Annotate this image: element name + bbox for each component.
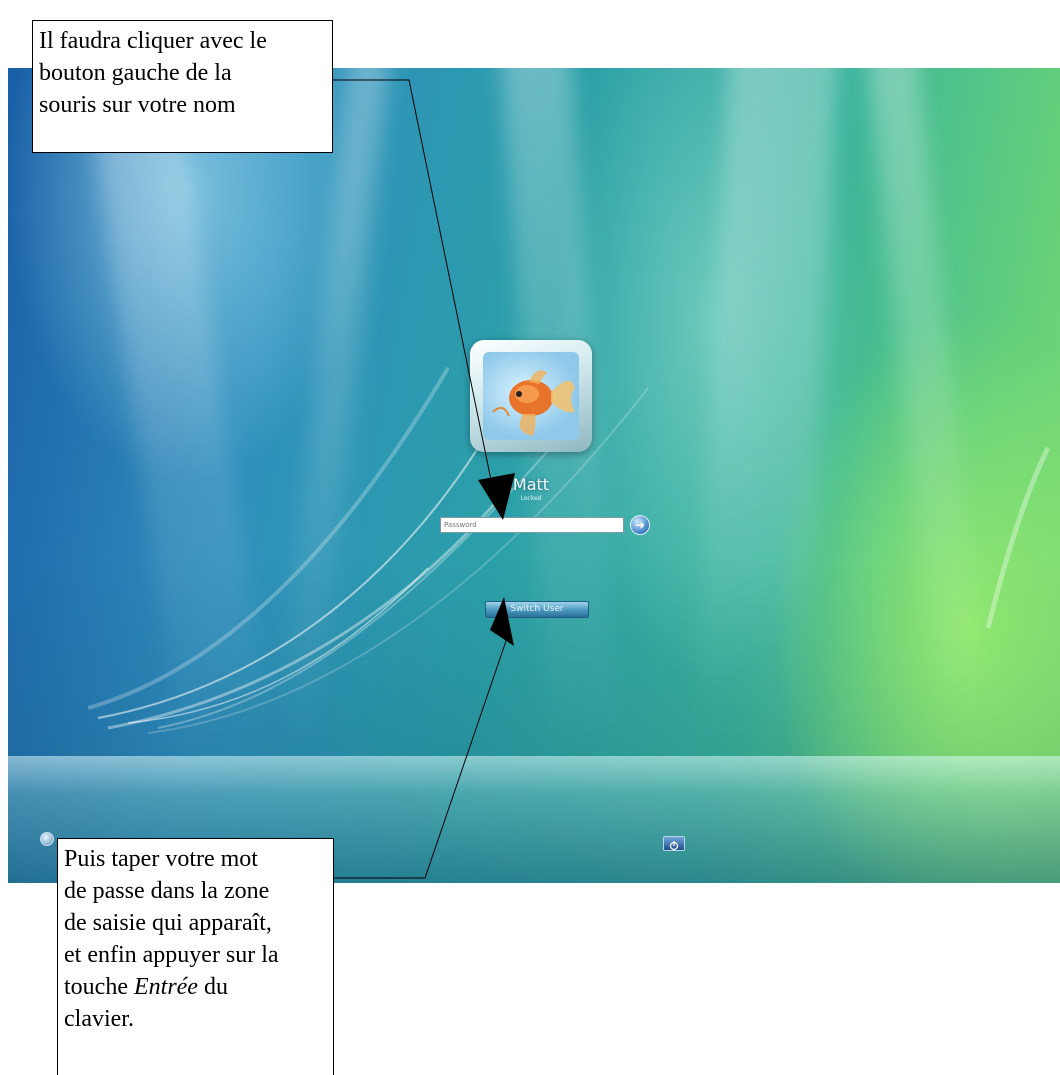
ease-of-access-icon[interactable] [40,832,54,846]
user-name[interactable]: Matt [470,475,592,494]
callout-text-line: souris sur votre nom [39,92,236,118]
user-tile[interactable] [470,340,592,452]
callout-text-line: Puis taper votre mot [64,846,258,872]
power-button[interactable] [663,836,685,851]
enter-key-emphasis: Entrée [133,974,198,1000]
callout-text-line: et enfin appuyer sur la [64,942,279,968]
password-input[interactable] [440,517,624,533]
callout-text-line: de passe dans la zone [64,878,270,904]
callout-text: du [197,974,228,1000]
callout-text-line: touche Entrée du [64,971,329,1003]
goldfish-avatar-icon [492,370,575,436]
callout-text: touche [64,974,134,1000]
instruction-callout-click-name: Il faudra cliquer avec le bouton gauche … [32,20,333,153]
login-screen: Matt Locked ➜ Switch User [8,68,1060,883]
switch-user-button[interactable]: Switch User [485,601,589,618]
power-icon [669,841,679,851]
user-status: Locked [520,495,542,502]
callout-text-line: bouton gauche de la [39,60,232,86]
submit-arrow-button[interactable]: ➜ [630,515,650,535]
instruction-callout-password: Puis taper votre mot de passe dans la zo… [57,838,334,1075]
callout-text-line: de saisie qui apparaît, [64,910,272,936]
user-avatar [483,352,579,440]
callout-text-line: Il faudra cliquer avec le [39,28,267,54]
callout-text-line: clavier. [64,1006,134,1032]
